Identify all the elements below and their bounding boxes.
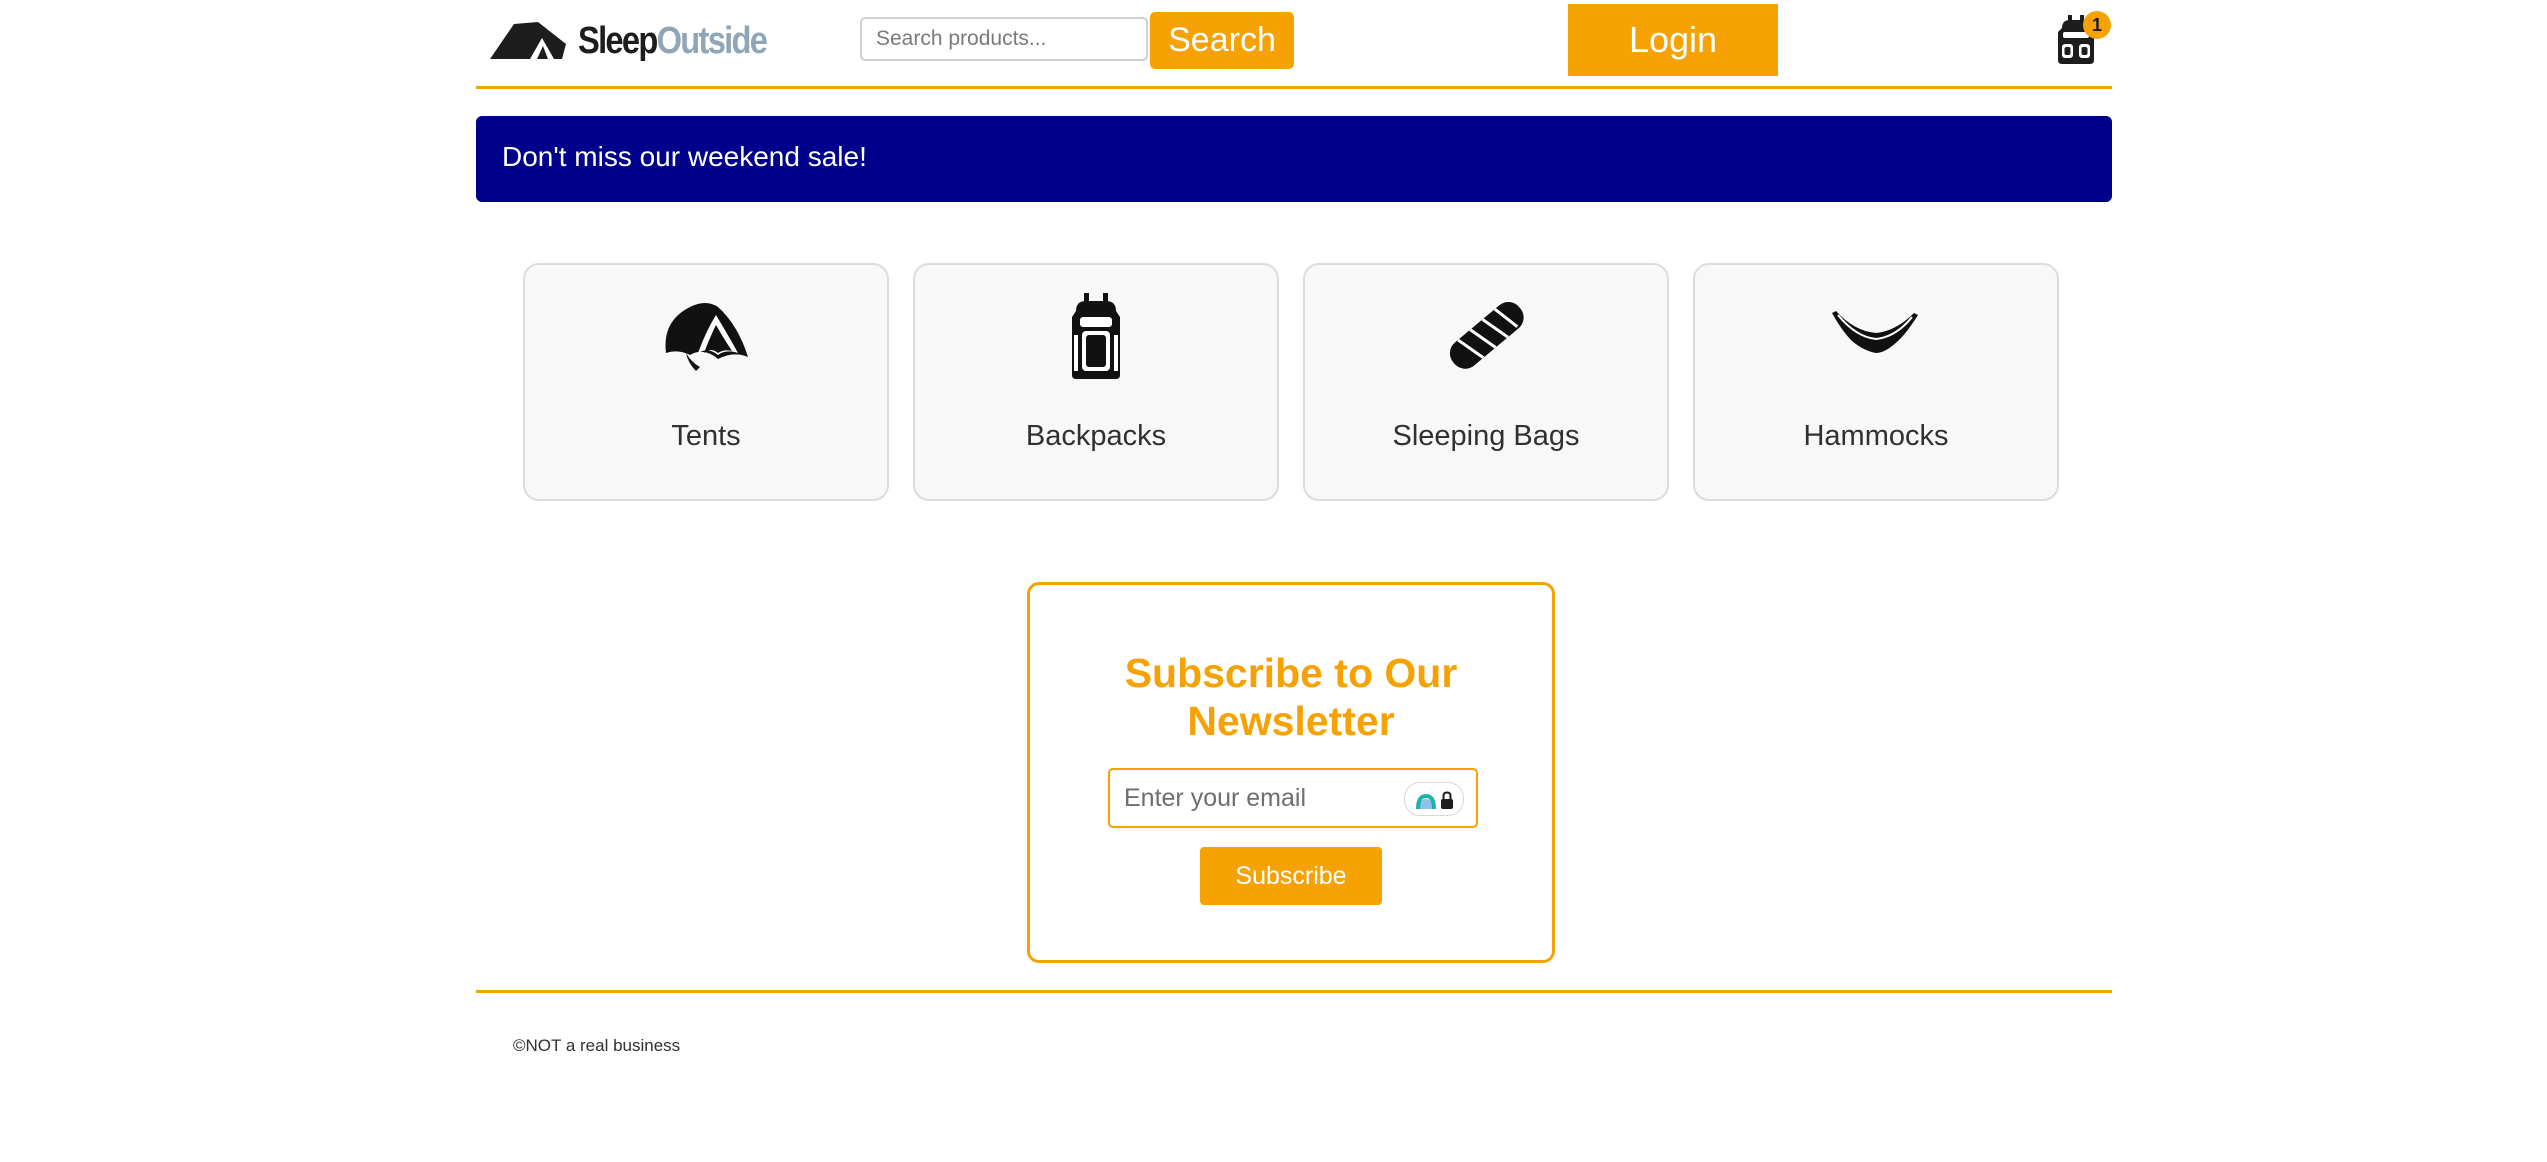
- site-footer: ©NOT a real business: [476, 990, 2112, 1083]
- page: SleepOutside Search Login 1 Don't miss o…: [0, 0, 2547, 1162]
- backpack-icon: [1072, 293, 1120, 379]
- newsletter-section: Subscribe to Our Newsletter Subscribe: [1027, 582, 1555, 963]
- cart-count-badge: 1: [2083, 11, 2111, 39]
- footer-copyright: ©NOT a real business: [513, 1036, 681, 1055]
- email-field: [1108, 768, 1478, 828]
- category-card-sleeping-bags[interactable]: Sleeping Bags: [1303, 263, 1669, 501]
- email-input[interactable]: [1124, 770, 1394, 826]
- logo-outside-text: Outside: [656, 20, 768, 62]
- hammock-icon: [1832, 311, 1918, 353]
- category-card-backpacks[interactable]: Backpacks: [913, 263, 1279, 501]
- logo-link[interactable]: SleepOutside: [490, 18, 797, 60]
- category-label: Backpacks: [1025, 420, 1167, 452]
- login-button[interactable]: Login: [1568, 4, 1778, 76]
- newsletter-title: Subscribe to Our Newsletter: [1124, 650, 1458, 744]
- search-button[interactable]: Search: [1150, 12, 1294, 69]
- subscribe-button[interactable]: Subscribe: [1200, 847, 1382, 905]
- password-manager-widget[interactable]: [1404, 782, 1464, 816]
- product-categories: Tents Backpacks Sleeping Bags Hammocks: [523, 263, 2059, 501]
- category-label: Tents: [671, 420, 741, 452]
- password-manager-icon: [1416, 791, 1453, 809]
- category-card-hammocks[interactable]: Hammocks: [1693, 263, 2059, 501]
- search-input[interactable]: [860, 17, 1148, 61]
- logo-sleep-text: Sleep: [578, 20, 658, 62]
- tent-icon: [665, 303, 748, 371]
- logo-wordmark: SleepOutside: [578, 20, 768, 62]
- site-header: SleepOutside Search Login 1: [476, 0, 2112, 89]
- category-label: Sleeping Bags: [1392, 420, 1580, 452]
- alert-message: Don't miss our weekend sale!: [502, 141, 867, 172]
- category-card-tents[interactable]: Tents: [523, 263, 889, 501]
- category-label: Hammocks: [1803, 420, 1949, 452]
- tent-logo-icon: [490, 22, 566, 59]
- sleeping-bag-icon: [1449, 301, 1524, 369]
- sale-alert-banner: Don't miss our weekend sale!: [476, 116, 2112, 202]
